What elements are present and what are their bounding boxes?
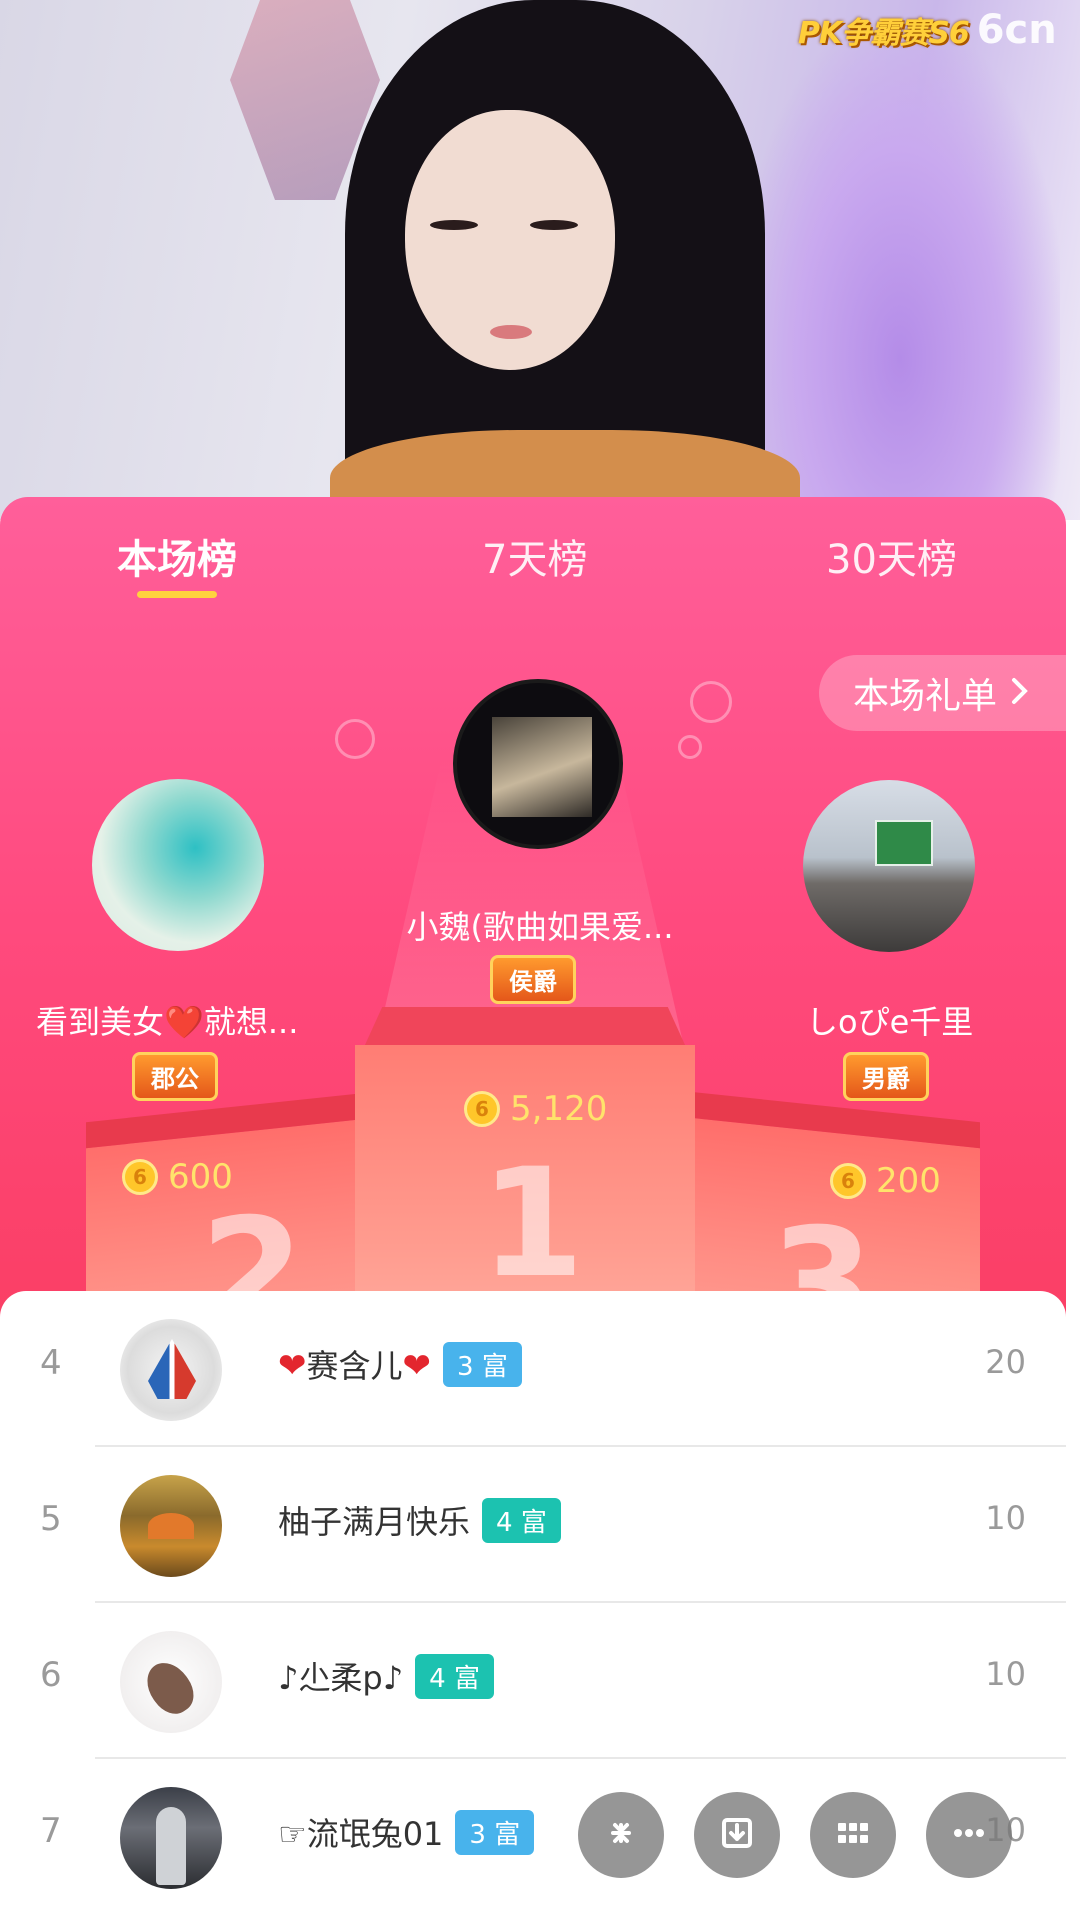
more-icon: [947, 1811, 991, 1859]
podium-number-1: 1: [480, 1137, 585, 1311]
streamer-lips: [490, 325, 532, 339]
avatar[interactable]: [92, 779, 264, 951]
top-user-first-name: 小魏(歌曲如果爱...: [406, 908, 674, 946]
tab-30-days[interactable]: 30天榜: [826, 527, 957, 585]
contribution-score: 10: [985, 1499, 1026, 1537]
wealth-level-badge: 4 富: [415, 1653, 494, 1699]
avatar[interactable]: [120, 1475, 222, 1577]
contribution-score: 20: [985, 1343, 1026, 1381]
more-button[interactable]: [926, 1792, 1012, 1878]
bubble-decoration: [335, 719, 375, 759]
site-mark: 6cn: [976, 7, 1057, 53]
download-icon: [715, 1811, 759, 1859]
background-dress: [740, 30, 1060, 500]
avatar[interactable]: [120, 1787, 222, 1889]
sparkle-button[interactable]: [578, 1792, 664, 1878]
contribution-score: 10: [985, 1655, 1026, 1693]
list-item[interactable]: 7 ☞流氓兔01 3 富 10: [0, 1759, 1066, 1915]
list-item[interactable]: 5 柚子满月快乐 4 富 10: [0, 1447, 1066, 1603]
user-name: ♪尐柔p♪: [278, 1659, 404, 1697]
bubble-decoration: [678, 735, 702, 759]
wealth-level-badge: 3 富: [455, 1809, 535, 1855]
grid-icon: [831, 1811, 875, 1859]
top-user-first-coins: 6 5,120: [464, 1089, 607, 1129]
tab-7-days[interactable]: 7天榜: [482, 527, 587, 585]
user-name-wrap: 柚子满月快乐 4 富: [278, 1497, 561, 1543]
list-item[interactable]: 4 ❤赛含儿❤ 3 富 20: [0, 1291, 1066, 1447]
rank-tabs: 本场榜 7天榜 30天榜: [0, 497, 1066, 607]
gift-list-button[interactable]: 本场礼单: [819, 655, 1066, 731]
coin-amount: 600: [168, 1157, 233, 1197]
rank-list: 4 ❤赛含儿❤ 3 富 20 5 柚子满月快乐 4 富 10 6 ♪尐柔p♪ 4…: [0, 1291, 1066, 1920]
coin-amount: 5,120: [510, 1089, 608, 1129]
brand-logo: PK争霸赛S6 6cn: [798, 7, 1057, 53]
avatar[interactable]: [453, 679, 623, 849]
top-user-third-name: しoぴe千里: [806, 1003, 974, 1041]
chevron-right-icon: [1011, 673, 1029, 714]
top-user-second-coins: 6 600: [122, 1157, 233, 1197]
top-user-third-coins: 6 200: [830, 1161, 941, 1201]
top-user-second-badge: 郡公: [132, 1052, 218, 1101]
grid-menu-button[interactable]: [810, 1792, 896, 1878]
top-user-second-name: 看到美女❤️就想...: [36, 1003, 299, 1041]
user-name: ❤赛含儿❤: [278, 1341, 431, 1387]
top-user-first-badge: 侯爵: [490, 955, 576, 1004]
show-logo: PK争霸赛S6: [798, 16, 970, 51]
user-name-wrap: ❤赛含儿❤ 3 富: [278, 1341, 522, 1387]
noble-badge: 男爵: [843, 1052, 929, 1101]
rank-number: 5: [40, 1499, 62, 1539]
coin-icon: 6: [122, 1159, 158, 1195]
user-name-wrap: ☞流氓兔01 3 富: [278, 1809, 535, 1855]
avatar[interactable]: [803, 780, 975, 952]
bubble-decoration: [690, 681, 732, 723]
user-name-wrap: ♪尐柔p♪ 4 富: [278, 1653, 494, 1699]
wealth-level-badge: 4 富: [482, 1497, 561, 1543]
coin-amount: 200: [876, 1161, 941, 1201]
heart-icon: ❤: [278, 1346, 307, 1386]
noble-badge: 侯爵: [490, 955, 576, 1004]
user-name-text: 赛含儿: [306, 1347, 403, 1385]
rank-number: 6: [40, 1655, 62, 1695]
sparkle-icon: [599, 1811, 643, 1859]
list-item[interactable]: 6 ♪尐柔p♪ 4 富 10: [0, 1603, 1066, 1759]
gift-list-label: 本场礼单: [853, 676, 998, 717]
user-name: ☞流氓兔01: [278, 1815, 444, 1853]
active-tab-indicator: [137, 591, 217, 598]
top-user-third[interactable]: [803, 780, 975, 952]
coin-icon: 6: [830, 1163, 866, 1199]
noble-badge: 郡公: [132, 1052, 218, 1101]
download-button[interactable]: [694, 1792, 780, 1878]
top-user-first[interactable]: [453, 679, 633, 849]
heart-icon: ❤: [402, 1346, 432, 1386]
coin-icon: 6: [464, 1091, 500, 1127]
avatar[interactable]: [120, 1631, 222, 1733]
live-video[interactable]: PK争霸赛S6 6cn: [0, 0, 1080, 520]
top-user-second[interactable]: [92, 779, 264, 951]
rank-number: 7: [40, 1811, 62, 1851]
user-name: 柚子满月快乐: [278, 1503, 471, 1541]
top-user-third-badge: 男爵: [843, 1052, 929, 1101]
wealth-level-badge: 3 富: [443, 1341, 522, 1387]
avatar[interactable]: [120, 1319, 222, 1421]
tab-this-show[interactable]: 本场榜: [117, 527, 237, 585]
streamer-eye: [430, 220, 478, 230]
streamer-eye: [530, 220, 578, 230]
rank-number: 4: [40, 1343, 62, 1383]
